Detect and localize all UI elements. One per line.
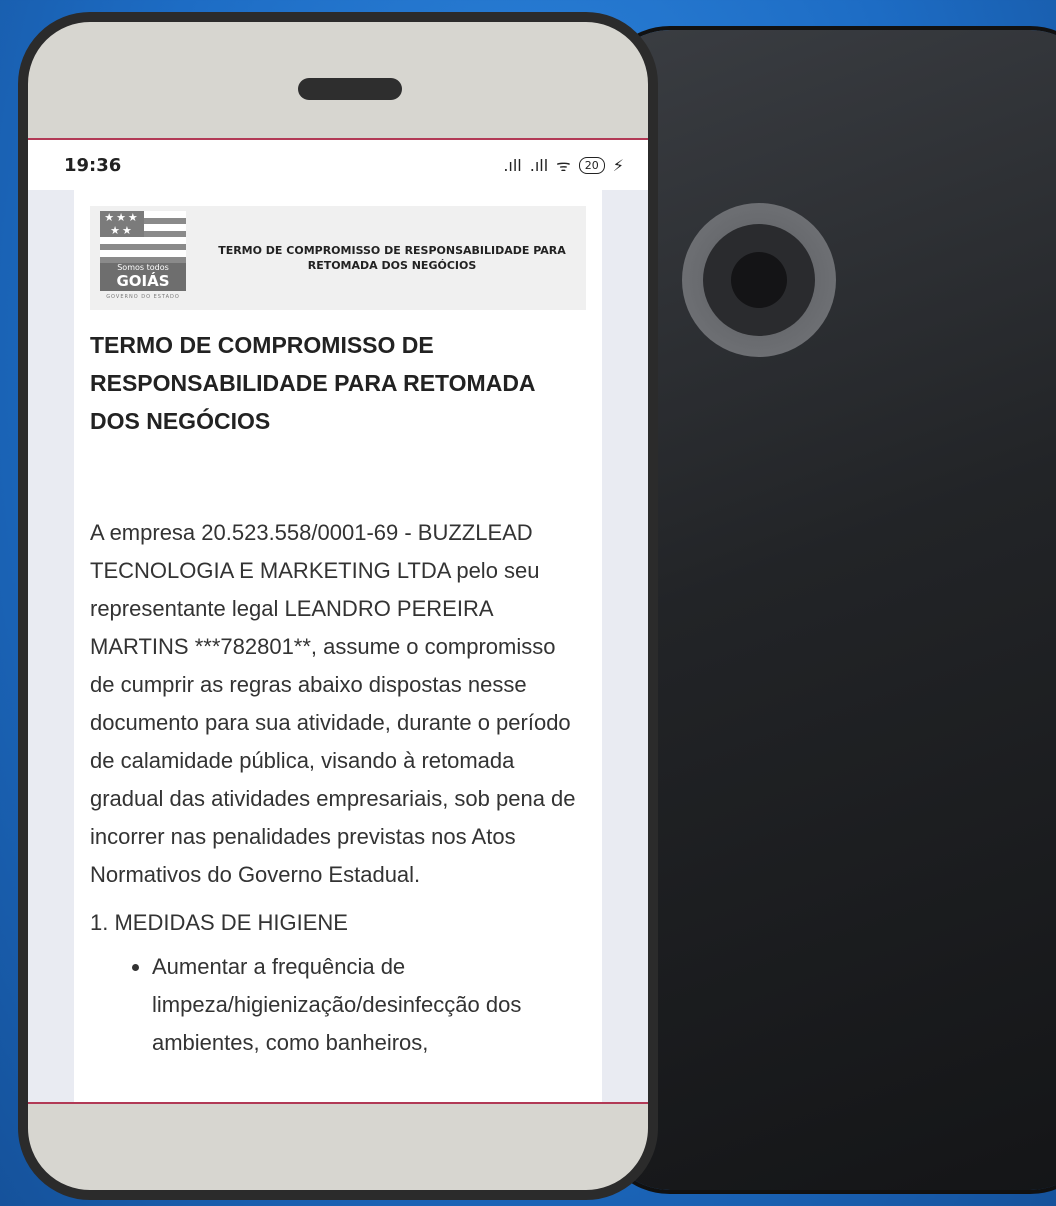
speaker-grille [298,78,402,100]
wifi-icon: ᯤ [556,156,571,175]
logo-caption: GOVERNO DO ESTADO [106,294,180,300]
status-icons: .ıll .ıll ᯤ 20 ⚡ [503,154,624,176]
logo-big-text: GOIÁS [116,272,170,290]
list-item: Aumentar a frequência de limpeza/higieni… [152,948,586,1062]
status-bar: 19:36 .ıll .ıll ᯤ 20 ⚡ [28,140,648,190]
goias-logo: ★★★ ★★ Somos todos GOIÁS GOVERNO DO ESTAD… [100,211,186,305]
signal-icon: .ıll [503,155,522,175]
camera-core [731,252,787,308]
flag-icon: ★★★ ★★ [100,211,186,263]
document-body: A empresa 20.523.558/0001-69 - BUZZLEAD … [90,520,576,887]
front-phone: 19:36 .ıll .ıll ᯤ 20 ⚡ ★★★ ★★ Somos todos… [18,12,658,1200]
charging-icon: ⚡ [612,155,624,175]
document-title: TERMO DE COMPROMISSO DE RESPONSABILIDADE… [90,332,535,434]
phone-screen: 19:36 .ıll .ıll ᯤ 20 ⚡ ★★★ ★★ Somos todos… [28,138,648,1104]
battery-icon: 20 [578,156,605,174]
back-phone [600,30,1056,1190]
status-time: 19:36 [64,154,122,176]
section-list: Aumentar a frequência de limpeza/higieni… [90,948,586,1062]
logo-box: Somos todos GOIÁS [100,263,186,291]
flag-stars: ★★★ ★★ [100,211,144,237]
signal-icon: .ıll [529,155,549,175]
document-content[interactable]: ★★★ ★★ Somos todos GOIÁS GOVERNO DO ESTAD… [74,190,602,1102]
camera-lens [703,224,815,336]
header-title: TERMO DE COMPROMISSO DE RESPONSABILIDADE… [218,244,566,272]
document-header: ★★★ ★★ Somos todos GOIÁS GOVERNO DO ESTAD… [90,206,586,310]
section-title: 1. MEDIDAS DE HIGIENE [90,910,348,935]
camera-icon [682,203,836,357]
